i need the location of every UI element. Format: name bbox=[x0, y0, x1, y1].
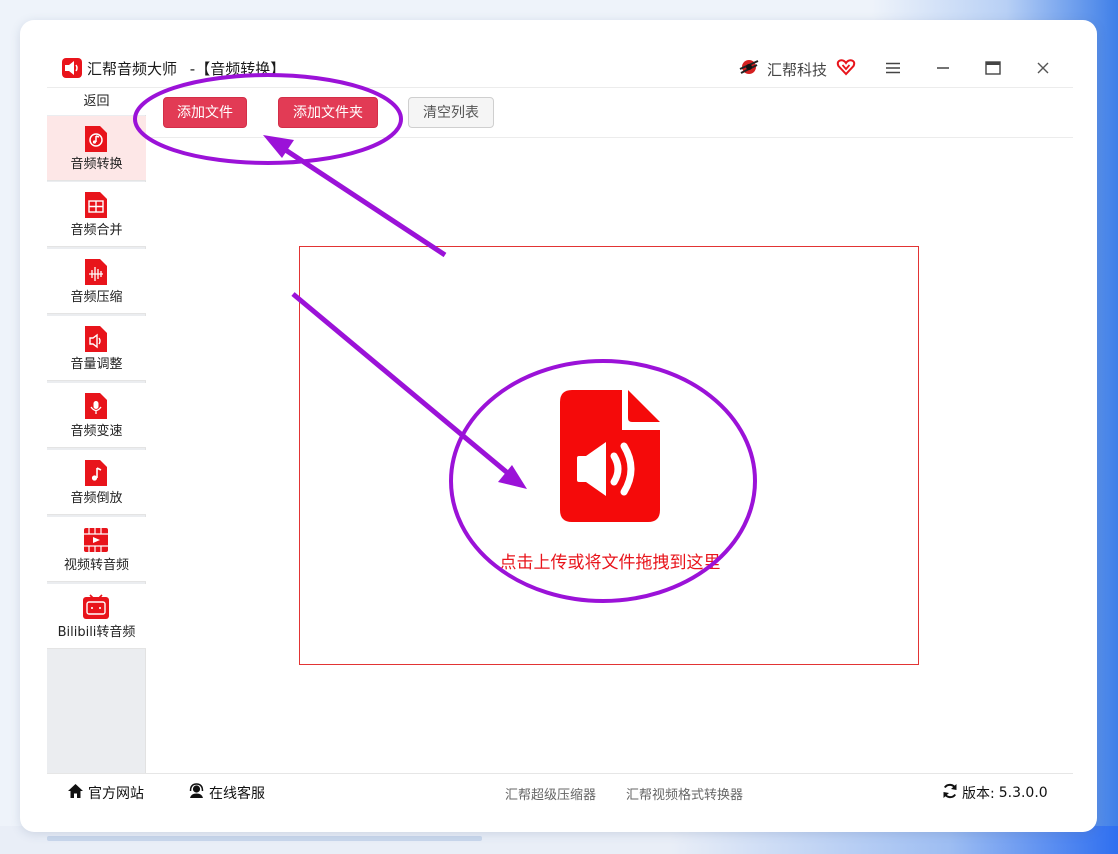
version-info[interactable]: 版本: 5.3.0.0 bbox=[942, 783, 1048, 803]
brand-name: 汇帮科技 bbox=[767, 61, 828, 79]
video-converter-link[interactable]: 汇帮视频格式转换器 bbox=[626, 784, 743, 803]
vip-heart-icon[interactable] bbox=[836, 57, 856, 77]
app-window: 汇帮音频大师 -【音频转换】 汇帮科技 返回 音频转换 音频合并 音频压缩 音量… bbox=[47, 48, 1073, 808]
maximize-icon[interactable] bbox=[978, 56, 1008, 80]
sidebar-item-bilibili[interactable]: Bilibili转音频 bbox=[47, 584, 146, 649]
module-title: -【音频转换】 bbox=[189, 60, 286, 78]
official-website-label: 官方网站 bbox=[88, 786, 144, 802]
close-icon[interactable] bbox=[1028, 56, 1058, 80]
app-logo-icon bbox=[62, 58, 82, 78]
add-file-button[interactable]: 添加文件 bbox=[163, 97, 247, 128]
online-support-label: 在线客服 bbox=[209, 786, 265, 802]
minimize-icon[interactable] bbox=[928, 56, 958, 80]
official-website-link[interactable]: 官方网站 bbox=[67, 783, 144, 803]
sidebar-item-video-to-audio[interactable]: 视频转音频 bbox=[47, 517, 146, 582]
sidebar-item-audio-convert[interactable]: 音频转换 bbox=[47, 116, 146, 181]
drop-zone-text: 点击上传或将文件拖拽到这里 bbox=[499, 553, 721, 573]
sidebar-item-audio-speed[interactable]: 音频变速 bbox=[47, 383, 146, 448]
music-note-icon bbox=[85, 460, 107, 486]
sidebar-item-volume[interactable]: 音量调整 bbox=[47, 316, 146, 381]
add-folder-button[interactable]: 添加文件夹 bbox=[278, 97, 378, 128]
brand-logo-icon bbox=[737, 55, 761, 79]
microphone-icon bbox=[85, 393, 107, 419]
audio-compress-icon bbox=[85, 259, 107, 285]
version-label: 版本: bbox=[962, 786, 995, 802]
sidebar-item-label: 音频变速 bbox=[70, 424, 123, 439]
audio-file-icon bbox=[560, 390, 660, 522]
footer-bar: 官方网站 在线客服 汇帮超级压缩器 汇帮视频格式转换器 版本: 5.3.0.0 bbox=[47, 773, 1073, 808]
sidebar-item-audio-reverse[interactable]: 音频倒放 bbox=[47, 450, 146, 515]
sidebar-item-label: Bilibili转音频 bbox=[57, 625, 136, 640]
film-icon bbox=[83, 527, 109, 553]
refresh-icon bbox=[942, 783, 958, 803]
sidebar-item-label: 音量调整 bbox=[70, 357, 123, 372]
app-name: 汇帮音频大师 bbox=[87, 60, 178, 78]
online-support-link[interactable]: 在线客服 bbox=[188, 783, 265, 803]
compressor-link[interactable]: 汇帮超级压缩器 bbox=[505, 784, 596, 803]
title-bar: 汇帮音频大师 -【音频转换】 汇帮科技 bbox=[47, 48, 1073, 88]
menu-icon[interactable] bbox=[878, 56, 908, 80]
toolbar: 添加文件 添加文件夹 清空列表 bbox=[147, 89, 1073, 138]
audio-convert-icon bbox=[85, 126, 107, 152]
file-drop-zone[interactable]: 点击上传或将文件拖拽到这里 bbox=[299, 246, 919, 665]
desktop-strip bbox=[47, 836, 482, 841]
sidebar-item-label: 音频合并 bbox=[70, 223, 123, 238]
version-number: 5.3.0.0 bbox=[998, 785, 1048, 801]
sidebar-item-audio-compress[interactable]: 音频压缩 bbox=[47, 249, 146, 314]
sidebar-item-label: 音频倒放 bbox=[70, 491, 123, 506]
back-button[interactable]: 返回 bbox=[47, 89, 146, 115]
audio-merge-icon bbox=[85, 192, 107, 218]
sidebar-item-label: 视频转音频 bbox=[63, 558, 129, 573]
sidebar-item-label: 音频压缩 bbox=[70, 290, 123, 305]
headset-icon bbox=[188, 783, 205, 803]
sidebar-item-audio-merge[interactable]: 音频合并 bbox=[47, 182, 146, 247]
volume-icon bbox=[85, 326, 107, 352]
clear-list-button[interactable]: 清空列表 bbox=[408, 97, 494, 128]
sidebar: 返回 音频转换 音频合并 音频压缩 音量调整 音频变速 音频倒放 视频转音频 B… bbox=[47, 89, 146, 773]
sidebar-item-label: 音频转换 bbox=[70, 157, 123, 172]
tv-icon bbox=[82, 594, 110, 620]
window-title: 汇帮音频大师 -【音频转换】 bbox=[87, 58, 285, 79]
home-icon bbox=[67, 783, 84, 803]
